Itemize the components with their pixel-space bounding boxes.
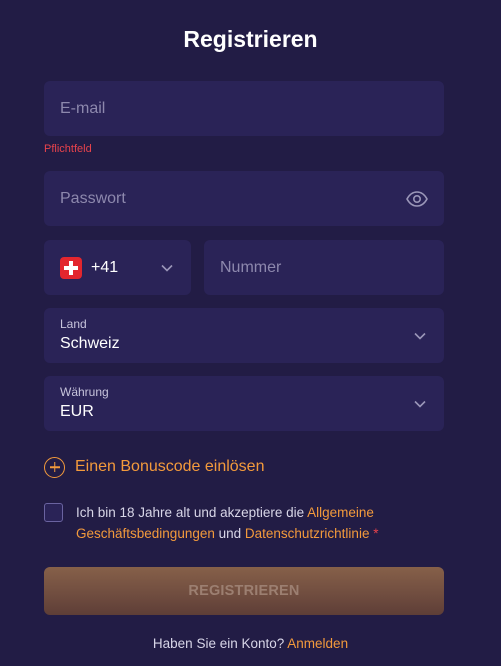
login-prompt-text: Haben Sie ein Konto? — [152, 636, 285, 651]
currency-select[interactable]: Währung EUR — [44, 376, 444, 431]
email-error-message: Pflichtfeld — [44, 143, 92, 155]
chevron-down-icon — [161, 264, 173, 272]
page-title: Registrieren — [183, 26, 318, 52]
currency-value: EUR — [60, 403, 94, 420]
country-select[interactable]: Land Schweiz — [44, 308, 444, 363]
privacy-policy-link[interactable]: Datenschutzrichtlinie — [245, 526, 370, 541]
phone-number-placeholder: Nummer — [220, 258, 282, 276]
terms-text-mid: und — [214, 526, 245, 541]
chevron-down-icon — [414, 332, 426, 340]
email-field[interactable]: E-mail — [44, 81, 444, 136]
terms-text: Ich bin 18 Jahre alt und akzeptiere die … — [76, 502, 416, 544]
phone-code-value: +41 — [91, 258, 119, 276]
plus-circle-icon — [44, 456, 65, 478]
password-field[interactable]: Passwort — [44, 171, 444, 226]
login-prompt: Haben Sie ein Konto? Anmelden — [0, 636, 501, 651]
terms-checkbox[interactable] — [44, 503, 63, 522]
eye-icon[interactable] — [406, 190, 428, 207]
phone-number-field[interactable]: Nummer — [204, 240, 444, 295]
bonus-code-link[interactable]: Einen Bonuscode einlösen — [44, 456, 264, 478]
register-button[interactable]: REGISTRIEREN — [44, 567, 444, 615]
switzerland-flag-icon — [60, 256, 82, 279]
phone-country-code-select[interactable]: +41 — [44, 240, 191, 295]
currency-label: Währung — [60, 385, 109, 399]
country-value: Schweiz — [60, 335, 120, 352]
email-placeholder: E-mail — [60, 99, 106, 117]
chevron-down-icon — [414, 400, 426, 408]
bonus-code-label: Einen Bonuscode einlösen — [75, 458, 265, 475]
required-mark: * — [369, 526, 379, 541]
login-link[interactable]: Anmelden — [287, 636, 348, 651]
country-label: Land — [60, 317, 87, 331]
terms-text-before: Ich bin 18 Jahre alt und akzeptiere die — [76, 505, 308, 520]
password-placeholder: Passwort — [60, 189, 126, 207]
